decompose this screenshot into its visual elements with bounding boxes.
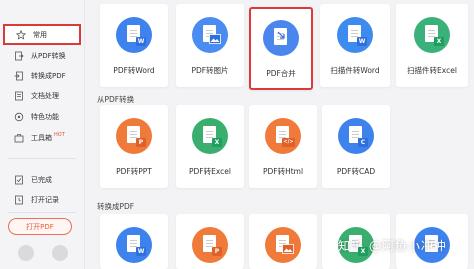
section-title-from-pdf: 从PDF转换 [97,95,135,104]
watermark: 知乎 @阿鱼小冲冲 [338,239,447,253]
card-pdf-to-ppt[interactable]: P PDF转PPT [100,105,168,188]
scan-to-word-icon: W [337,17,373,53]
sidebar-item-completed[interactable]: 已完成 [3,169,81,190]
card-word-to-pdf[interactable]: W [100,214,168,269]
open-pdf-button[interactable]: 打开PDF [8,218,72,235]
card-label: PDF合并 [266,69,296,78]
sidebar-item-label: 转换成PDF [31,71,66,80]
card-image-to-pdf[interactable] [249,214,317,269]
star-icon [13,29,29,40]
pdf-to-cad-icon: C [338,118,374,154]
feature-icon [11,112,27,122]
sidebar-item-doc-processing[interactable]: 文档处理 [3,85,81,106]
sidebar-divider [8,158,76,159]
sidebar-item-features[interactable]: 特色功能 [3,106,81,127]
pdf-to-ppt-icon: P [116,118,152,154]
card-pdf-to-excel[interactable]: X PDF转Excel [176,105,244,188]
card-pdf-to-word[interactable]: W PDF转Word [100,4,168,87]
sidebar-item-label: 常用 [33,30,47,39]
completed-icon [11,175,27,185]
card-label: PDF转Excel [189,167,231,176]
card-label: 扫描件转Excel [407,66,457,75]
card-pdf-merge[interactable]: PDF合并 [249,7,313,90]
sidebar-item-label: 从PDF转换 [31,51,66,60]
history-icon [11,195,27,205]
card-label: PDF转CAD [336,167,376,176]
document-icon [11,91,27,101]
card-pdf-to-html[interactable]: </> PDF转Html [249,105,317,188]
card-label: PDF转PPT [116,167,152,176]
toolbox-icon [11,133,27,143]
sidebar-item-history[interactable]: 打开记录 [3,189,81,210]
hot-badge: HOT [54,132,65,138]
sidebar-item-label: 已完成 [31,175,52,184]
word-to-pdf-icon: W [116,227,152,263]
file-import-icon [11,71,27,81]
card-ppt-to-pdf[interactable]: P [176,214,244,269]
sidebar-item-toolbox[interactable]: 工具箱 HOT [3,127,81,148]
image-to-pdf-icon [265,227,301,263]
pdf-to-excel-icon: X [192,118,228,154]
sidebar-item-label: 文档处理 [31,91,59,100]
sidebar-item-label: 特色功能 [31,112,59,121]
main-panel: W PDF转Word PDF转图片 PDF合并 W 扫描件转Word X 扫描件… [85,0,474,269]
card-pdf-to-image[interactable]: PDF转图片 [176,4,244,87]
sidebar-item-label: 打开记录 [31,195,59,204]
card-scan-to-word[interactable]: W 扫描件转Word [320,4,390,87]
file-export-icon [11,51,27,61]
footer-circle-button[interactable] [52,245,68,261]
card-label: PDF转图片 [191,66,229,75]
card-label: PDF转Html [262,167,304,176]
sidebar: 常用 从PDF转换 转换成PDF 文档处理 特色功能 工具箱 HOT 已完成 打… [0,0,85,269]
sidebar-item-common[interactable]: 常用 [3,24,81,45]
footer-circle-button[interactable] [18,245,34,261]
scan-to-excel-icon: X [414,17,450,53]
sidebar-item-to-pdf[interactable]: 转换成PDF [3,65,81,86]
pdf-to-image-icon [192,17,228,53]
card-label: 扫描件转Word [330,66,380,75]
card-pdf-to-cad[interactable]: C PDF转CAD [322,105,390,188]
card-label: PDF转Word [113,66,155,75]
pdf-merge-icon [263,20,299,56]
pdf-to-html-icon: </> [265,118,301,154]
section-title-to-pdf: 转换成PDF [97,202,135,211]
ppt-to-pdf-icon: P [192,227,228,263]
sidebar-item-from-pdf[interactable]: 从PDF转换 [3,45,81,66]
pdf-to-word-icon: W [116,17,152,53]
sidebar-item-label: 工具箱 [31,133,52,142]
sidebar-divider [8,212,76,213]
card-scan-to-excel[interactable]: X 扫描件转Excel [396,4,468,87]
